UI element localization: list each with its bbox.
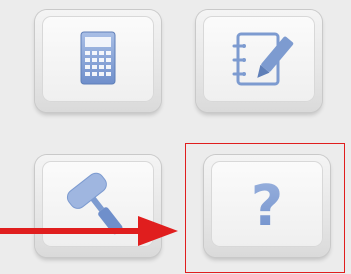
- notes-button[interactable]: [196, 10, 322, 112]
- calculator-icon: [80, 31, 116, 85]
- notepad-pencil-icon: [232, 32, 294, 86]
- highlight-box: [185, 143, 345, 273]
- pointer-arrow: [0, 216, 178, 246]
- calculator-button[interactable]: [35, 10, 161, 112]
